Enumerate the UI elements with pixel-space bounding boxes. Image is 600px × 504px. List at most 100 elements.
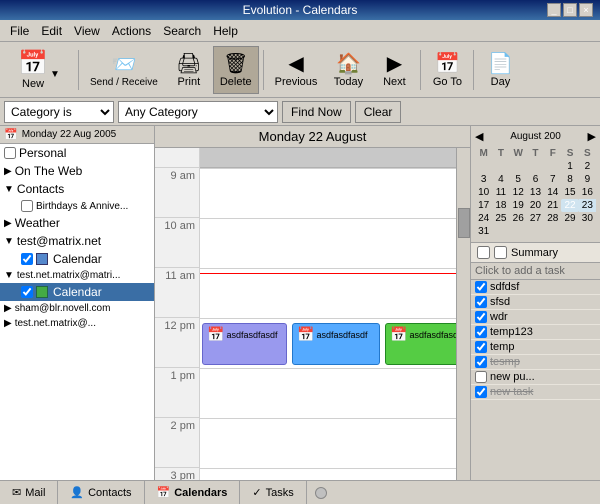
previous-button[interactable]: ◀ Previous xyxy=(268,46,325,94)
sidebar-item-contacts[interactable]: ▼ Contacts xyxy=(0,180,154,198)
mini-cal-day-0-5[interactable]: 1 xyxy=(561,160,578,173)
task-item-t3[interactable]: wdr xyxy=(471,310,600,325)
any-category-select[interactable]: Any Category xyxy=(118,101,278,123)
mini-cal-day-4-3[interactable]: 27 xyxy=(527,212,544,225)
next-button[interactable]: ▶ Next xyxy=(372,46,416,94)
mini-cal-day-2-2[interactable]: 12 xyxy=(510,186,527,199)
mini-cal-day-1-6[interactable]: 9 xyxy=(579,173,596,186)
new-button[interactable]: 📅 New ▼ xyxy=(4,46,74,94)
nav-contacts[interactable]: 👤 Contacts xyxy=(58,481,144,504)
menu-edit[interactable]: Edit xyxy=(35,23,68,39)
maximize-btn[interactable]: □ xyxy=(563,3,577,17)
print-button[interactable]: 🖨 Print xyxy=(167,46,211,94)
task-checkbox-t1[interactable] xyxy=(475,281,487,293)
event-1[interactable]: 📅 asdfasdfasdf xyxy=(202,323,287,365)
mini-cal-day-3-5[interactable]: 22 xyxy=(561,199,578,212)
menu-actions[interactable]: Actions xyxy=(106,23,157,39)
mini-cal-day-2-5[interactable]: 15 xyxy=(561,186,578,199)
goto-button[interactable]: 📅 Go To xyxy=(425,46,469,94)
mini-cal-day-3-3[interactable]: 20 xyxy=(527,199,544,212)
mini-cal-day-1-5[interactable]: 8 xyxy=(561,173,578,186)
task-checkbox-t8[interactable] xyxy=(475,386,487,398)
scroll-indicator[interactable] xyxy=(456,148,470,480)
sidebar-item-calendar-blue[interactable]: Calendar xyxy=(0,250,154,268)
task-item-t7[interactable]: new pu... xyxy=(471,370,600,385)
mini-cal-day-1-2[interactable]: 5 xyxy=(510,173,527,186)
sidebar-item-test-matrix[interactable]: ▼ test@matrix.net xyxy=(0,232,154,250)
task-item-t2[interactable]: sfsd xyxy=(471,295,600,310)
menu-view[interactable]: View xyxy=(68,23,106,39)
main-area: 📅 Monday 22 Aug 2005 Personal ▶ On The W… xyxy=(0,126,600,480)
menu-file[interactable]: File xyxy=(4,23,35,39)
mini-cal-day-3-2[interactable]: 19 xyxy=(510,199,527,212)
mini-cal-day-3-0[interactable]: 17 xyxy=(475,199,492,212)
task-item-t8[interactable]: new task xyxy=(471,385,600,400)
mini-cal-day-4-2[interactable]: 26 xyxy=(510,212,527,225)
sidebar-item-sham[interactable]: ▶ sham@blr.novell.com xyxy=(0,301,154,316)
sidebar-item-birthdays[interactable]: Birthdays & Annive... xyxy=(0,198,154,214)
mini-cal-next[interactable]: ▶ xyxy=(588,130,596,143)
mini-cal-day-2-1[interactable]: 11 xyxy=(492,186,509,199)
task-item-t4[interactable]: temp123 xyxy=(471,325,600,340)
tasks-summary-checkbox2[interactable] xyxy=(494,246,507,259)
task-checkbox-t3[interactable] xyxy=(475,311,487,323)
mini-cal-day-4-1[interactable]: 25 xyxy=(492,212,509,225)
mini-cal-day-4-5[interactable]: 29 xyxy=(561,212,578,225)
mini-cal-day-2-3[interactable]: 13 xyxy=(527,186,544,199)
clear-button[interactable]: Clear xyxy=(355,101,402,123)
print-label: Print xyxy=(178,76,201,88)
mini-cal-day-3-4[interactable]: 21 xyxy=(544,199,561,212)
task-checkbox-t2[interactable] xyxy=(475,296,487,308)
event-3[interactable]: 📅 asdfasdfasdf xyxy=(385,323,456,365)
mini-cal-day-1-3[interactable]: 6 xyxy=(527,173,544,186)
mini-cal-day-2-0[interactable]: 10 xyxy=(475,186,492,199)
nav-mail[interactable]: ✉ Mail xyxy=(0,481,58,504)
mini-cal-day-1-1[interactable]: 4 xyxy=(492,173,509,186)
mini-cal-day-4-6[interactable]: 30 xyxy=(579,212,596,225)
task-item-t5[interactable]: temp xyxy=(471,340,600,355)
mini-cal-day-1-4[interactable]: 7 xyxy=(544,173,561,186)
today-button[interactable]: 🏠 Today xyxy=(326,46,370,94)
mini-cal-day-4-0[interactable]: 24 xyxy=(475,212,492,225)
category-is-select[interactable]: Category is xyxy=(4,101,114,123)
mini-cal-day-3-6[interactable]: 23 xyxy=(579,199,596,212)
sidebar-item-on-the-web[interactable]: ▶ On The Web xyxy=(0,162,154,180)
task-checkbox-t5[interactable] xyxy=(475,341,487,353)
mini-cal-day-5-0[interactable]: 31 xyxy=(475,225,492,238)
task-checkbox-t6[interactable] xyxy=(475,356,487,368)
task-checkbox-t4[interactable] xyxy=(475,326,487,338)
events-column[interactable]: 📅 asdfasdfasdf 📅 asdfasdfasdf 📅 xyxy=(200,148,456,480)
add-task-area[interactable]: Click to add a task xyxy=(471,263,600,280)
send-receive-button[interactable]: 📨 Send / Receive xyxy=(83,46,165,94)
delete-button[interactable]: 🗑 Delete xyxy=(213,46,259,94)
window-controls[interactable]: _ □ × xyxy=(547,3,593,17)
task-checkbox-t7[interactable] xyxy=(475,371,487,383)
sidebar-item-test-net-matrix2[interactable]: ▶ test.net.matrix@... xyxy=(0,316,154,331)
mini-cal-day-4-4[interactable]: 28 xyxy=(544,212,561,225)
tasks-summary-checkbox[interactable] xyxy=(477,246,490,259)
sidebar-item-test-net-matrix[interactable]: ▼ test.net.matrix@matri... xyxy=(0,268,154,283)
sidebar-item-weather[interactable]: ▶ Weather xyxy=(0,214,154,232)
task-label-t5: temp xyxy=(490,341,596,353)
mini-cal-day-3-1[interactable]: 18 xyxy=(492,199,509,212)
mini-calendar: ◀ August 200 ▶ M T W T F S S xyxy=(471,126,600,242)
mini-cal-day-1-0[interactable]: 3 xyxy=(475,173,492,186)
minimize-btn[interactable]: _ xyxy=(547,3,561,17)
nav-tasks[interactable]: ✓ Tasks xyxy=(240,481,306,504)
day-button[interactable]: 📄 Day xyxy=(478,46,522,94)
mini-cal-day-0-6[interactable]: 2 xyxy=(579,160,596,173)
task-item-t1[interactable]: sdfdsf xyxy=(471,280,600,295)
find-now-button[interactable]: Find Now xyxy=(282,101,351,123)
mini-cal-prev[interactable]: ◀ xyxy=(475,130,483,143)
time-9am: 9 am xyxy=(155,168,199,218)
menu-help[interactable]: Help xyxy=(207,23,244,39)
close-btn[interactable]: × xyxy=(579,3,593,17)
sidebar-item-calendar-green[interactable]: Calendar xyxy=(0,283,154,301)
nav-calendars[interactable]: 📅 Calendars xyxy=(145,481,241,504)
task-item-t6[interactable]: tesmp xyxy=(471,355,600,370)
sidebar-item-personal[interactable]: Personal xyxy=(0,144,154,162)
menu-search[interactable]: Search xyxy=(157,23,207,39)
mini-cal-day-2-6[interactable]: 16 xyxy=(579,186,596,199)
event-2[interactable]: 📅 asdfasdfasdf xyxy=(292,323,380,365)
mini-cal-day-2-4[interactable]: 14 xyxy=(544,186,561,199)
